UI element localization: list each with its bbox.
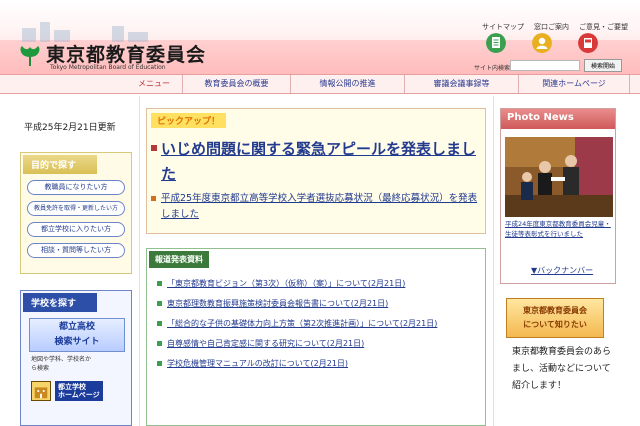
purpose-consult-button[interactable]: 相談・質問等したい方: [27, 243, 125, 258]
toritsu-banner-line2: 検索サイト: [54, 337, 100, 347]
press-release-item: 学校危機管理マニュアルの改訂について(2月21日): [157, 357, 477, 371]
press-release-item: 「総合的な子供の基礎体力向上方策（第2次推進計画）」について(2月21日): [157, 317, 477, 331]
nav-item-disclosure[interactable]: 情報公開の推進: [290, 75, 404, 93]
site-search-label: サイト内検索: [474, 65, 511, 72]
school-homepage-label: 都立学校 ホームページ: [55, 381, 103, 401]
press-release-title: 報道発表資料: [149, 251, 209, 268]
press-release-link[interactable]: 東京都理数教育振興施策検討委員会報告書について(2月21日): [167, 299, 388, 308]
school-building-icon: [31, 381, 51, 401]
purpose-search-title: 目的で探す: [23, 155, 97, 174]
press-bullet-icon: [157, 321, 162, 326]
nav-item-related[interactable]: 関連ホームページ: [518, 75, 630, 93]
utility-links: サイトマップ 窓口ご案内 ご意見・ご要望: [482, 22, 628, 32]
sitemap-link[interactable]: サイトマップ: [482, 22, 524, 32]
purpose-teacher-button[interactable]: 教職員になりたい方: [27, 180, 125, 195]
school-search-title: 学校を探す: [23, 293, 97, 312]
info-desk-link[interactable]: 窓口ご案内: [534, 22, 569, 32]
press-release-link[interactable]: 自尊感情や自己肯定感に関する研究について(2月21日): [167, 339, 364, 348]
school-search-box: 学校を探す 都立高校 検索サイト 地図や学科、学校名か ら検索 都立学校 ホーム…: [20, 290, 132, 426]
utility-icons: [486, 33, 598, 53]
purpose-search-box: 目的で探す 教職員になりたい方 教員免許を取得・更新したい方 都立学校に入りたい…: [20, 152, 132, 274]
board-about-banner[interactable]: 東京都教育委員会 について知りたい: [506, 298, 604, 338]
nav-menu-label: メニュー: [138, 79, 170, 88]
info-desk-icon[interactable]: [532, 33, 552, 53]
global-nav: メニュー 教育委員会の概要 情報公開の推進 審議会議事録等 関連ホームページ: [0, 74, 640, 94]
toritsu-description: 地図や学科、学校名か ら検索: [31, 355, 131, 373]
board-banner-line2: について知りたい: [523, 320, 587, 329]
school-homepage-line2: ホームページ: [58, 391, 100, 399]
photo-news-title: Photo News: [501, 109, 615, 129]
press-release-link[interactable]: 「東京都教育ビジョン（第3次）（仮称）（案）」について(2月21日): [167, 279, 405, 288]
press-release-item: 東京都理数教育振興施策検討委員会報告書について(2月21日): [157, 297, 477, 311]
photo-news-box: Photo News 平成24年度東京都教育委員会児童・生徒等表彰式を行いました…: [500, 108, 616, 284]
pickup-sub-link[interactable]: 平成25年度東京都立高等学校入学者選抜応募状況（最終応募状況）を発表しました: [161, 191, 481, 223]
purpose-license-button[interactable]: 教員免許を取得・更新したい方: [27, 201, 125, 216]
pickup-sub-item: 平成25年度東京都立高等学校入学者選抜応募状況（最終応募状況）を発表しました: [151, 191, 481, 223]
opinion-mail-icon[interactable]: [578, 33, 598, 53]
site-search-button[interactable]: 検索開始: [584, 59, 622, 72]
press-release-item: 自尊感情や自己肯定感に関する研究について(2月21日): [157, 337, 477, 351]
purpose-admission-button[interactable]: 都立学校に入りたい方: [27, 222, 125, 237]
photo-backnumber-link[interactable]: ▼バックナンバー: [531, 265, 593, 276]
press-release-list: 「東京都教育ビジョン（第3次）（仮称）（案）」について(2月21日) 東京都理数…: [157, 277, 477, 377]
press-release-link[interactable]: 学校危機管理マニュアルの改訂について(2月21日): [167, 359, 348, 368]
pickup-main-link[interactable]: いじめ問題に関する緊急アピールを発表しました: [161, 137, 481, 187]
skyline-decoration-icon: [22, 22, 148, 42]
ginkgo-logo-icon[interactable]: [18, 44, 42, 68]
toritsu-desc-line2: ら検索: [31, 365, 50, 372]
toritsu-desc-line1: 地図や学科、学校名か: [31, 356, 92, 363]
pickup-label: ピックアップ！: [151, 113, 227, 128]
press-bullet-icon: [157, 301, 162, 306]
toritsu-search-banner[interactable]: 都立高校 検索サイト: [29, 318, 125, 352]
press-release-item: 「東京都教育ビジョン（第3次）（仮称）（案）」について(2月21日): [157, 277, 477, 291]
nav-items: 教育委員会の概要 情報公開の推進 審議会議事録等 関連ホームページ: [182, 75, 630, 93]
pickup-main-item: いじめ問題に関する緊急アピールを発表しました: [151, 137, 481, 187]
site-title[interactable]: 東京都教育委員会: [46, 40, 206, 67]
site-header: 東京都教育委員会 Tokyo Metropolitan Board of Edu…: [0, 0, 640, 74]
school-homepage-line1: 都立学校: [58, 383, 86, 391]
press-release-link[interactable]: 「総合的な子供の基礎体力向上方策（第2次推進計画）」について(2月21日): [167, 319, 437, 328]
press-release-box: 報道発表資料 「東京都教育ビジョン（第3次）（仮称）（案）」について(2月21日…: [146, 248, 486, 426]
photo-news-caption-link[interactable]: 平成24年度東京都教育委員会児童・生徒等表彰式を行いました: [505, 219, 615, 239]
toritsu-banner-line1: 都立高校: [58, 322, 95, 332]
school-homepage-banner[interactable]: 都立学校 ホームページ: [31, 380, 127, 402]
left-divider: [139, 96, 140, 426]
press-bullet-icon: [157, 281, 162, 286]
sitemap-icon[interactable]: [486, 33, 506, 53]
site-search-input[interactable]: [510, 60, 580, 71]
board-banner-line1: 東京都教育委員会: [523, 306, 587, 315]
press-bullet-icon: [157, 361, 162, 366]
award-ceremony-photo[interactable]: [505, 137, 613, 217]
press-bullet-icon: [157, 341, 162, 346]
pickup-box: ピックアップ！ いじめ問題に関する緊急アピールを発表しました 平成25年度東京都…: [146, 108, 486, 234]
pickup-sub-bullet-icon: [151, 196, 156, 201]
pickup-bullet-icon: [151, 145, 157, 151]
board-description: 東京都教育委員会のあらまし、活動などについて紹介します！: [512, 347, 612, 391]
right-divider: [493, 96, 494, 426]
site-subtitle: Tokyo Metropolitan Board of Education: [50, 64, 166, 71]
update-date: 平成25年2月21日更新: [24, 123, 116, 133]
opinion-link[interactable]: ご意見・ご要望: [579, 22, 628, 32]
nav-item-overview[interactable]: 教育委員会の概要: [182, 75, 290, 93]
nav-item-minutes[interactable]: 審議会議事録等: [404, 75, 518, 93]
